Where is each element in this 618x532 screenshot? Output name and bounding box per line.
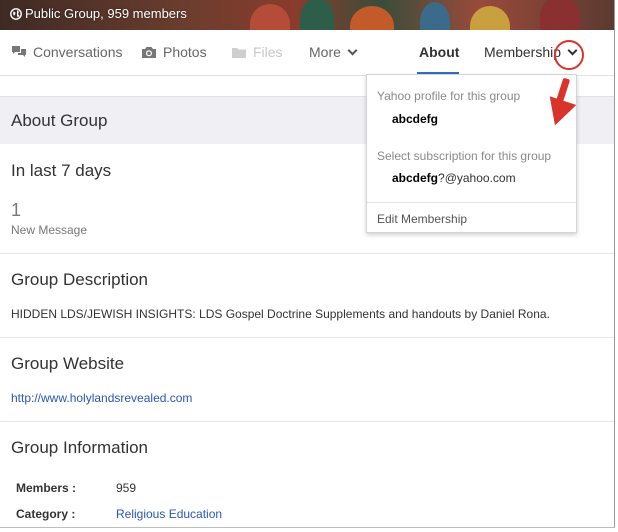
group-website-title: Group Website [11,354,125,373]
profile-label: Yahoo profile for this group [377,89,521,103]
divider [0,421,614,422]
tab-files[interactable]: Files [231,44,283,60]
profile-name[interactable]: abcdefg [392,112,438,126]
globe-icon [10,7,22,20]
group-description-text: HIDDEN LDS/JEWISH INSIGHTS: LDS Gospel D… [11,307,550,321]
tab-membership-label: Membership [484,44,562,60]
speech-bubbles-icon [12,46,26,57]
divider [0,253,614,254]
tab-more[interactable]: More [309,44,358,60]
subscription-name: abcdefg [392,171,439,185]
highlight-circle [554,40,584,70]
category-label: Category : [16,507,76,521]
tab-conversations-label: Conversations [33,44,123,60]
yahoo-group-page: Public Group, 959 members Conversations … [0,0,615,528]
subscription-label: Select subscription for this group [377,149,552,163]
tab-more-label: More [309,44,341,60]
divider [0,337,614,338]
chevron-down-icon [347,45,358,55]
group-status-text: Public Group, 959 members [25,6,187,21]
subscription-email-suffix: ?@yahoo.com [438,171,516,185]
tab-conversations[interactable]: Conversations [11,44,123,60]
members-label: Members : [16,481,77,495]
subscription-select[interactable]: abcdefg?@yahoo.com [392,171,516,185]
membership-dropdown: Yahoo profile for this group abcdefg Sel… [366,74,577,233]
folder-icon [232,47,246,58]
tab-photos[interactable]: Photos [141,44,207,60]
group-website-link[interactable]: http://www.holylandsrevealed.com [11,391,192,405]
members-value: 959 [116,481,137,495]
group-status: Public Group, 959 members [10,6,187,21]
group-nav: Conversations Photos Files More About Me… [0,30,614,76]
last7-title: In last 7 days [11,161,112,180]
dropdown-divider [367,202,576,203]
tab-photos-label: Photos [163,44,207,60]
group-description-title: Group Description [11,270,149,289]
camera-icon [142,46,156,58]
tab-about[interactable]: About [419,44,459,60]
about-group-title: About Group [11,111,108,130]
category-link[interactable]: Religious Education [116,507,222,521]
tab-about-label: About [419,44,460,60]
new-message-count: 1 [11,200,22,220]
tab-files-label: Files [253,44,283,60]
edit-membership-link[interactable]: Edit Membership [377,212,467,226]
group-information-title: Group Information [11,438,149,457]
new-message-label: New Message [11,223,88,237]
group-banner: Public Group, 959 members [0,0,614,30]
